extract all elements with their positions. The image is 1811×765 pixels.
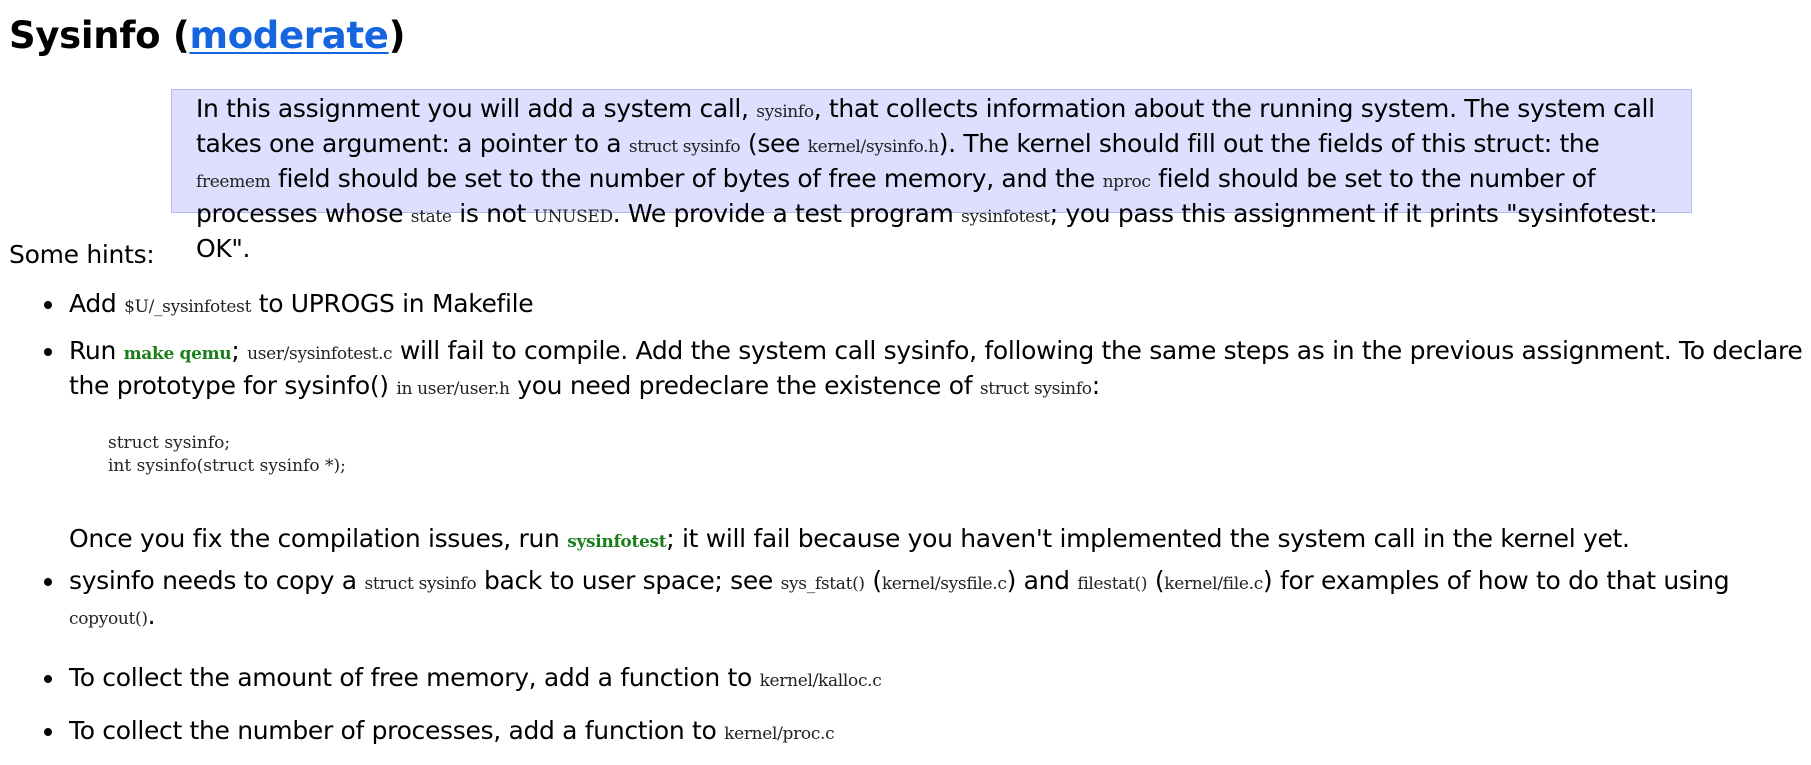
code-sysinfotest-prog: $U/_sysinfotest [124, 297, 252, 317]
code-sysinfotest: sysinfotest [961, 207, 1050, 227]
code-proc-c: kernel/proc.c [724, 724, 835, 744]
code-sysinfo: sysinfo [756, 102, 814, 122]
code-filestat: filestat() [1077, 574, 1148, 594]
page: Sysinfo (moderate) In this assignment yo… [0, 0, 1811, 765]
code-sysinfo-h: kernel/sysinfo.h [807, 137, 939, 157]
code-user-sysinfotest-c: user/sysinfotest.c [247, 344, 393, 364]
hints-label: Some hints: [9, 240, 155, 269]
code-user-h: in user/user.h [396, 379, 510, 399]
hint-text: Add [69, 289, 117, 318]
code-block: struct sysinfo; int sysinfo(struct sysin… [108, 433, 346, 476]
code-freemem: freemem [196, 172, 271, 192]
code-state: state [410, 207, 452, 227]
code-file-c: kernel/file.c [1164, 574, 1263, 594]
hint-text: To collect the number of processes, add … [69, 716, 717, 745]
hint-text: ; it will fail because you haven't imple… [666, 524, 1630, 553]
kbd-sysinfotest: sysinfotest [567, 532, 667, 552]
prompt-text: (see [747, 129, 801, 158]
hint-text: Once you fix the compilation issues, run [69, 524, 560, 553]
hint-text: ) for examples of how to do that using [1262, 566, 1730, 595]
prompt-text: . We provide a test program [612, 199, 954, 228]
hint-text: to UPROGS in Makefile [258, 289, 534, 318]
hint-text: ( [1154, 566, 1165, 595]
hint-text: you need predeclare the existence of [517, 371, 973, 400]
code-struct-sysinfo: struct sysinfo [979, 379, 1092, 399]
prompt-text: field should be set to the number of byt… [278, 164, 1095, 193]
hint-item: Run make qemu; user/sysinfotest.c will f… [44, 335, 1809, 405]
prompt-text: In this assignment you will add a system… [196, 94, 749, 123]
page-title: Sysinfo (moderate) [9, 14, 406, 57]
hint-text: back to user space; see [483, 566, 773, 595]
code-sysfile-c: kernel/sysfile.c [881, 574, 1007, 594]
hint-text: ( [872, 566, 882, 595]
hint-text: : [1091, 371, 1100, 400]
code-nproc: nproc [1102, 172, 1151, 192]
hint-item: To collect the number of processes, add … [44, 715, 1809, 750]
code-struct-sysinfo: struct sysinfo [364, 574, 477, 594]
assignment-prompt: In this assignment you will add a system… [171, 89, 1692, 263]
hint-text: ; [231, 336, 240, 365]
hint-text: To collect the amount of free memory, ad… [69, 663, 752, 692]
code-sys-fstat: sys_fstat() [780, 574, 865, 594]
difficulty-link[interactable]: moderate [189, 14, 388, 57]
title-text: Sysinfo [9, 14, 161, 57]
code-unused: UNUSED [533, 207, 613, 227]
hint-text: Run [69, 336, 116, 365]
code-copyout: copyout() [69, 609, 148, 629]
hint-text: sysinfo needs to copy a [69, 566, 357, 595]
prompt-text: is not [459, 199, 526, 228]
hint-item: Add $U/_sysinfotest to UPROGS in Makefil… [44, 288, 1809, 323]
hint-text: ) and [1006, 566, 1070, 595]
hint-item: sysinfo needs to copy a struct sysinfo b… [44, 565, 1809, 635]
hint-text: . [147, 601, 156, 630]
prompt-text: ). The kernel should fill out the fields… [938, 129, 1600, 158]
code-struct-sysinfo: struct sysinfo [628, 137, 741, 157]
hint-followup: Once you fix the compilation issues, run… [69, 523, 1630, 558]
kbd-make-qemu: make qemu [123, 344, 232, 364]
hint-item: To collect the amount of free memory, ad… [44, 662, 1809, 697]
code-kalloc-c: kernel/kalloc.c [759, 671, 882, 691]
